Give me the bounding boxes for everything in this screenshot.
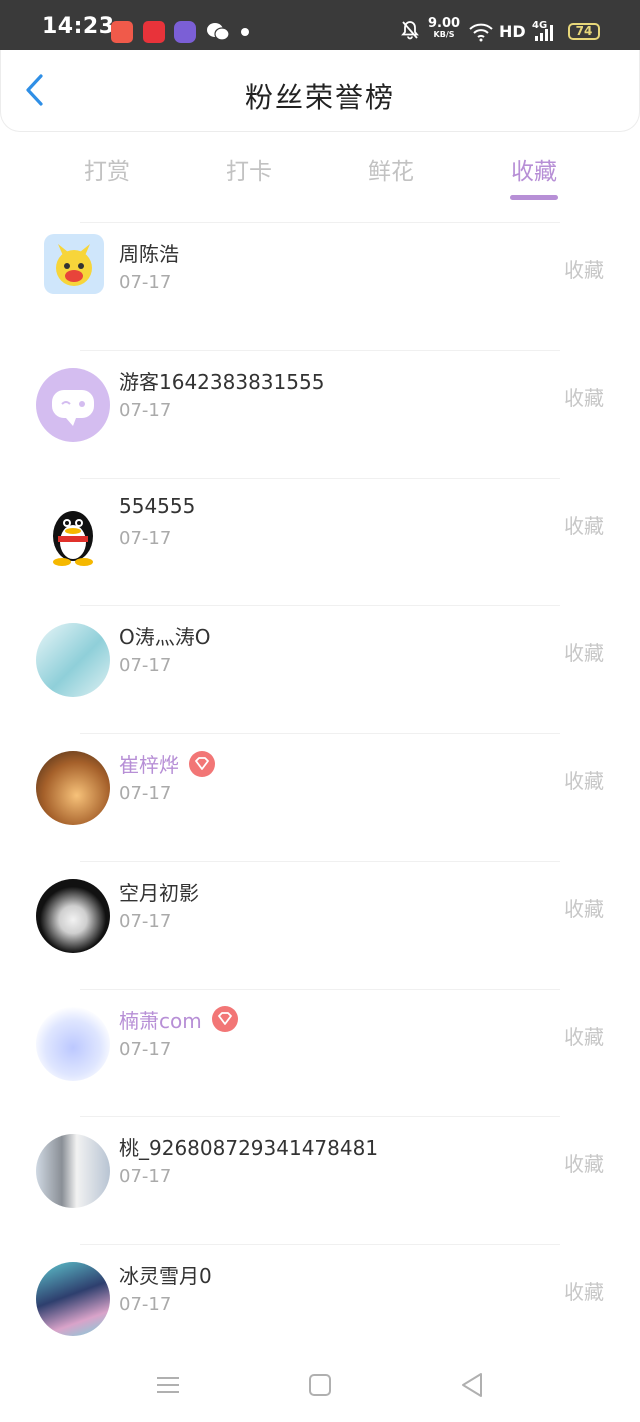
avatar[interactable]: [36, 878, 110, 953]
avatar[interactable]: [36, 367, 110, 442]
wechat-icon: [206, 21, 230, 43]
signal-icon: [534, 24, 556, 46]
user-name: 空月初影: [119, 880, 199, 905]
camera-app-icon: [174, 21, 196, 43]
favorite-label: 收藏: [564, 258, 604, 282]
user-name-text: 崔梓烨: [119, 753, 179, 777]
favorite-label: 收藏: [564, 1152, 604, 1177]
tab-flowers[interactable]: 鲜花: [331, 152, 451, 186]
avatar[interactable]: [44, 234, 104, 294]
favorite-date: 07-17: [119, 527, 172, 549]
user-name: 桃_926808729341478481: [119, 1136, 379, 1161]
user-name: 楠萧com: [119, 1005, 238, 1036]
list-item[interactable]: 周陈浩 07-17 收藏: [0, 222, 640, 350]
avatar[interactable]: [36, 623, 110, 698]
list-item[interactable]: 游客1642383831555 07-17 收藏: [0, 349, 640, 478]
page-title: 粉丝荣誉榜: [244, 81, 395, 114]
tab-bar: 打赏 打卡 鲜花 收藏: [0, 138, 640, 202]
list-item[interactable]: 楠萧com 07-17 收藏: [0, 988, 640, 1117]
wifi-icon: [468, 22, 494, 46]
list-item[interactable]: 554555 07-17 收藏: [0, 477, 640, 606]
avatar[interactable]: [36, 751, 110, 825]
network-speed: 9.00 KB/S: [428, 17, 460, 40]
favorite-label: 收藏: [564, 896, 604, 921]
tab-favorites[interactable]: 收藏: [474, 152, 594, 186]
avatar[interactable]: [36, 1006, 110, 1081]
menu-nav-button[interactable]: [153, 1370, 183, 1400]
list-item[interactable]: 崔梓烨 07-17 收藏: [0, 733, 640, 861]
favorite-date: 07-17: [119, 910, 172, 932]
favorite-date: 07-17: [119, 399, 172, 421]
app-header: 粉丝荣誉榜: [0, 50, 640, 132]
system-nav-bar: [0, 1352, 640, 1422]
user-name: 周陈浩: [119, 242, 179, 266]
favorite-date: 07-17: [119, 1038, 172, 1060]
vip-badge-icon: [189, 750, 215, 777]
status-bar: 14:23 9.00 KB/S HD 4G 74: [0, 0, 640, 50]
favorite-date: 07-17: [119, 1294, 172, 1315]
favorite-date: 07-17: [119, 783, 172, 804]
more-notifications-dot: [241, 28, 249, 36]
tab-tip[interactable]: 打赏: [47, 152, 167, 186]
user-name: 554555: [119, 493, 196, 518]
tab-checkin[interactable]: 打卡: [189, 152, 309, 186]
video-app-icon: [143, 21, 165, 43]
favorite-date: 07-17: [119, 272, 172, 293]
avatar[interactable]: [36, 1262, 110, 1336]
user-name: 游客1642383831555: [119, 369, 325, 394]
app-notification-icon: [111, 21, 133, 43]
list-item[interactable]: 空月初影 07-17 收藏: [0, 860, 640, 989]
avatar[interactable]: [36, 495, 110, 570]
menu-icon: [153, 1377, 183, 1404]
favorite-label: 收藏: [564, 513, 604, 538]
favorite-label: 收藏: [564, 385, 604, 410]
favorite-label: 收藏: [564, 769, 604, 793]
user-name: 崔梓烨: [119, 749, 215, 780]
user-name: 冰灵雪月0: [119, 1264, 212, 1288]
home-square-icon: [305, 1374, 335, 1404]
fan-list: 周陈浩 07-17 收藏 游客1642383831555 07-17 收藏 55…: [0, 222, 640, 1372]
status-time: 14:23: [42, 14, 115, 39]
back-nav-button[interactable]: [457, 1370, 487, 1400]
favorite-date: 07-17: [119, 655, 172, 677]
hd-label: HD: [499, 22, 526, 41]
list-item[interactable]: 桃_926808729341478481 07-17 收藏: [0, 1116, 640, 1244]
user-name-text: 楠萧com: [119, 1008, 202, 1033]
active-tab-indicator: [510, 195, 558, 200]
battery-indicator: 74: [568, 23, 600, 40]
favorite-label: 收藏: [564, 1024, 604, 1049]
favorite-date: 07-17: [119, 1166, 172, 1188]
favorite-label: 收藏: [564, 1280, 604, 1304]
triangle-back-icon: [457, 1373, 487, 1404]
mute-bell-icon: [400, 20, 420, 44]
list-item[interactable]: O涛灬涛O 07-17 收藏: [0, 605, 640, 733]
home-nav-button[interactable]: [305, 1370, 335, 1400]
favorite-label: 收藏: [564, 641, 604, 666]
avatar[interactable]: [36, 1134, 110, 1209]
vip-badge-icon: [211, 1006, 238, 1032]
user-name: O涛灬涛O: [119, 625, 211, 650]
